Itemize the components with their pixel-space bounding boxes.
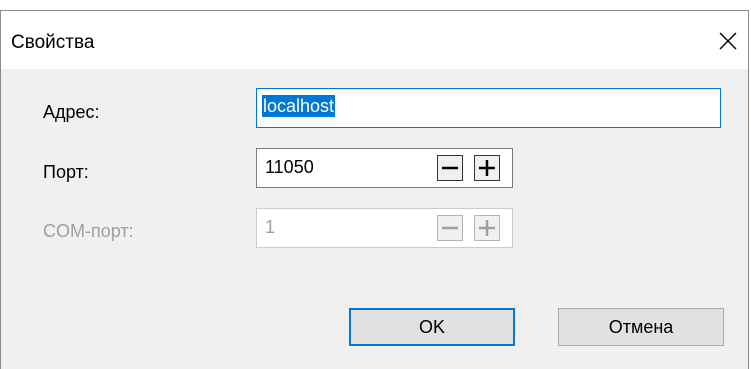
ok-button[interactable]: OK xyxy=(349,308,515,346)
com-port-value: 1 xyxy=(265,217,276,237)
cancel-button[interactable]: Отмена xyxy=(558,308,724,346)
plus-icon xyxy=(479,220,495,236)
plus-icon xyxy=(479,160,495,176)
port-label: Порт: xyxy=(43,162,89,182)
port-value: 11050 xyxy=(265,157,314,177)
com-port-increment-button xyxy=(474,215,500,241)
minus-icon xyxy=(442,226,458,230)
address-input[interactable]: localhost xyxy=(256,88,721,128)
title-bar: Свойства xyxy=(1,11,748,69)
background-window-strip: ▔▔▔▔▔▔▔ ▔ ▔▔▔▔ ▔ ▔ ▔▔ xyxy=(0,0,751,10)
com-port-decrement-button xyxy=(437,215,463,241)
port-decrement-button[interactable] xyxy=(437,155,463,181)
close-icon xyxy=(719,32,737,50)
com-port-input: 1 xyxy=(256,208,513,248)
properties-dialog: Свойства Адрес: localhost Порт: 11050 CO… xyxy=(0,10,749,369)
close-button[interactable] xyxy=(708,21,748,61)
com-port-label: COM-порт: xyxy=(43,221,134,241)
address-label: Адрес: xyxy=(43,102,100,122)
port-input[interactable]: 11050 xyxy=(256,148,513,188)
minus-icon xyxy=(442,166,458,170)
address-value: localhost xyxy=(262,95,336,117)
dialog-title: Свойства xyxy=(11,32,95,53)
port-increment-button[interactable] xyxy=(474,155,500,181)
